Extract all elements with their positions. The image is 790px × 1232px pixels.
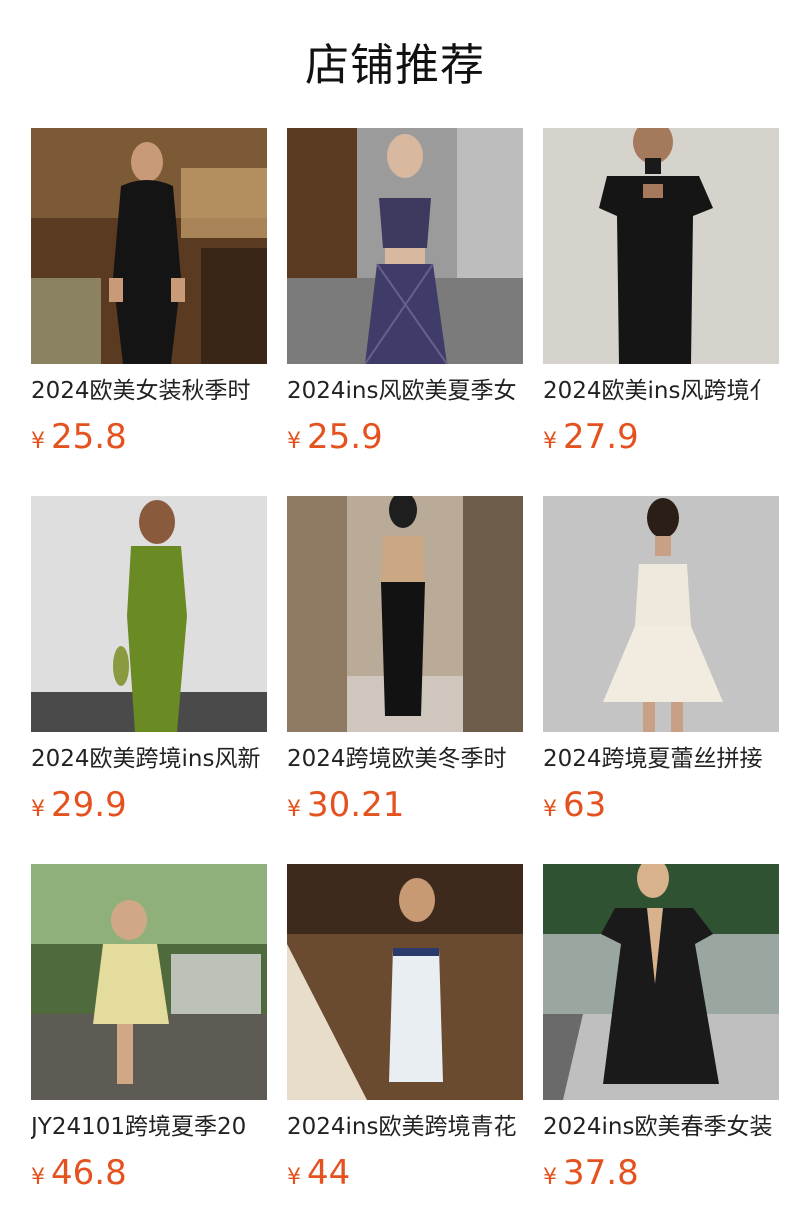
header: 店铺推荐: [0, 0, 790, 128]
product-name[interactable]: 2024欧美女装秋季时: [31, 374, 267, 408]
product-image[interactable]: [543, 864, 779, 1100]
product-price: ¥25.8: [31, 414, 127, 460]
product-image[interactable]: [287, 496, 523, 732]
product-card[interactable]: JY24101跨境夏季20 ¥46.8: [31, 864, 267, 1204]
currency-symbol: ¥: [543, 429, 557, 454]
price-amount: 44: [307, 1153, 351, 1193]
product-name[interactable]: 2024跨境欧美冬季时: [287, 742, 523, 776]
product-price: ¥37.8: [543, 1150, 639, 1196]
product-image[interactable]: [31, 864, 267, 1100]
price-amount: 29.9: [51, 785, 127, 825]
product-card[interactable]: 2024跨境欧美冬季时 ¥30.21: [287, 496, 523, 836]
product-card[interactable]: 2024欧美ins风跨境亻 ¥27.9: [543, 128, 779, 468]
product-price: ¥29.9: [31, 782, 127, 828]
product-name[interactable]: 2024跨境夏蕾丝拼接: [543, 742, 779, 776]
currency-symbol: ¥: [287, 1165, 301, 1190]
price-amount: 30.21: [307, 785, 405, 825]
price-amount: 46.8: [51, 1153, 127, 1193]
product-image[interactable]: [31, 496, 267, 732]
product-name[interactable]: JY24101跨境夏季20: [31, 1110, 267, 1144]
product-card[interactable]: 2024欧美跨境ins风新 ¥29.9: [31, 496, 267, 836]
product-price: ¥27.9: [543, 414, 639, 460]
price-amount: 63: [563, 785, 607, 825]
product-card[interactable]: 2024跨境夏蕾丝拼接 ¥63: [543, 496, 779, 836]
product-image[interactable]: [543, 128, 779, 364]
product-image[interactable]: [31, 128, 267, 364]
currency-symbol: ¥: [543, 1165, 557, 1190]
product-price: ¥25.9: [287, 414, 383, 460]
currency-symbol: ¥: [543, 797, 557, 822]
product-name[interactable]: 2024ins风欧美夏季女: [287, 374, 523, 408]
product-image[interactable]: [287, 864, 523, 1100]
product-name[interactable]: 2024ins欧美跨境青花: [287, 1110, 523, 1144]
currency-symbol: ¥: [31, 429, 45, 454]
product-price: ¥63: [543, 782, 606, 828]
product-card[interactable]: 2024ins欧美春季女装 ¥37.8: [543, 864, 779, 1204]
currency-symbol: ¥: [287, 429, 301, 454]
product-card[interactable]: 2024ins风欧美夏季女 ¥25.9: [287, 128, 523, 468]
currency-symbol: ¥: [31, 797, 45, 822]
price-amount: 25.8: [51, 417, 127, 457]
product-image[interactable]: [287, 128, 523, 364]
currency-symbol: ¥: [31, 1165, 45, 1190]
product-price: ¥46.8: [31, 1150, 127, 1196]
product-price: ¥30.21: [287, 782, 404, 828]
page-title: 店铺推荐: [305, 40, 485, 91]
currency-symbol: ¥: [287, 797, 301, 822]
price-amount: 27.9: [563, 417, 639, 457]
product-name[interactable]: 2024欧美ins风跨境亻: [543, 374, 779, 408]
product-price: ¥44: [287, 1150, 350, 1196]
product-card[interactable]: 2024ins欧美跨境青花 ¥44: [287, 864, 523, 1204]
product-image[interactable]: [543, 496, 779, 732]
price-amount: 25.9: [307, 417, 383, 457]
product-card[interactable]: 2024欧美女装秋季时 ¥25.8: [31, 128, 267, 468]
product-name[interactable]: 2024欧美跨境ins风新: [31, 742, 267, 776]
price-amount: 37.8: [563, 1153, 639, 1193]
product-name[interactable]: 2024ins欧美春季女装: [543, 1110, 779, 1144]
